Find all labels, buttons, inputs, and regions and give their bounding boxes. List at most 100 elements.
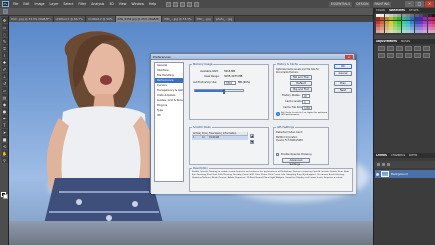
memory-slider[interactable]	[194, 88, 244, 94]
menu-file[interactable]: File	[12, 2, 19, 6]
tall-and-thin-button[interactable]: Tall and Thin	[290, 75, 312, 80]
move-tool-icon[interactable]: ✥	[1, 17, 8, 23]
close-window-icon[interactable]: ×	[425, 0, 434, 7]
levels-icon[interactable]	[387, 46, 394, 52]
blur-tool-icon[interactable]: ◆	[1, 101, 8, 107]
3d-rotate-tool-icon[interactable]: ⟲	[1, 143, 8, 149]
dialog-close-button[interactable]: x	[345, 54, 353, 60]
menu-analysis[interactable]: Analysis	[90, 2, 105, 6]
menu-select[interactable]: Select	[62, 2, 74, 6]
minibridge-icon[interactable]	[173, 1, 179, 7]
photoshop-logo: Ps	[2, 1, 9, 7]
move-down-icon[interactable]: ▼	[250, 140, 254, 144]
invert-icon[interactable]	[414, 53, 421, 59]
channel-mixer-icon[interactable]	[405, 53, 412, 59]
lock-all-icon[interactable]	[387, 163, 390, 166]
posterize-icon[interactable]	[423, 53, 430, 59]
quick-select-tool-icon[interactable]: ✎	[1, 38, 8, 44]
dodge-tool-icon[interactable]: ●	[1, 108, 8, 114]
clone-stamp-tool-icon[interactable]: ⊥	[1, 73, 8, 79]
zoom-level-icon[interactable]	[180, 1, 186, 7]
workspace-painting[interactable]: PAINTING	[373, 1, 391, 7]
maximize-icon[interactable]: □	[415, 0, 424, 7]
tab-adjustments[interactable]: ADJUSTMENTS	[376, 39, 397, 44]
tab-color[interactable]: COLOR	[376, 8, 385, 13]
cache-levels-label: Cache Levels:	[285, 100, 303, 103]
lasso-tool-icon[interactable]: ◌	[1, 31, 8, 37]
tab-masks[interactable]: MASKS	[401, 39, 410, 44]
eyedropper-tool-icon[interactable]: ⌇	[1, 52, 8, 58]
next-button[interactable]: Next	[334, 88, 352, 93]
minimize-icon[interactable]: –	[405, 0, 414, 7]
workspace-essentials[interactable]: ESSENTIALS	[329, 1, 352, 7]
tab-paths[interactable]: PATHS	[409, 153, 417, 158]
background-color-swatch[interactable]	[3, 194, 8, 199]
eye-icon[interactable]	[376, 172, 379, 176]
bridge-icon[interactable]	[166, 1, 172, 7]
vibrance-icon[interactable]	[414, 46, 421, 52]
type-tool-icon[interactable]: T	[1, 122, 8, 128]
memory-amount-input[interactable]: 3310	[224, 80, 236, 85]
gradient-tool-icon[interactable]: ▤	[1, 94, 8, 100]
ok-button[interactable]: OK	[334, 64, 352, 69]
tab-swatches[interactable]: SWATCHES	[389, 8, 405, 13]
cache-info-text: Set Cache Levels to 2 or higher for opti…	[281, 111, 328, 117]
menu-window[interactable]: Window	[130, 2, 145, 6]
menu-3d[interactable]: 3D	[108, 2, 114, 6]
brush-tool-icon[interactable]: ✐	[1, 66, 8, 72]
description-group: Description Enable OpenGL Drawing to ena…	[189, 167, 353, 192]
pen-tool-icon[interactable]: ✒	[1, 115, 8, 121]
bw-icon[interactable]	[387, 53, 394, 59]
marquee-tool-icon[interactable]: ▭	[1, 24, 8, 30]
menu-image[interactable]: Image	[34, 2, 46, 6]
menu-bar: Ps File Edit Image Layer Select Filter A…	[0, 0, 435, 8]
enable-opengl-label: Enable OpenGL Drawing	[281, 153, 312, 156]
category-3d[interactable]: 3D	[155, 113, 183, 118]
default-cache-button[interactable]: Default	[290, 81, 312, 86]
tab-channels[interactable]: CHANNELS	[391, 153, 405, 158]
hand-tool-icon[interactable]: ✋	[1, 150, 8, 156]
advanced-settings-button[interactable]: Advanced Settings...	[282, 158, 310, 166]
menu-help[interactable]: Help	[148, 2, 157, 6]
enable-opengl-checkbox[interactable]	[276, 153, 279, 156]
healing-tool-icon[interactable]: ✚	[1, 59, 8, 65]
history-states-input[interactable]: 20	[302, 93, 310, 98]
description-title: Description	[192, 167, 209, 170]
menu-filter[interactable]: Filter	[77, 2, 87, 6]
tab-layers[interactable]: LAYERS	[376, 153, 387, 158]
shape-tool-icon[interactable]: ■	[1, 136, 8, 142]
arrange-icon[interactable]	[194, 1, 200, 7]
menu-layer[interactable]: Layer	[49, 2, 60, 6]
lock-position-icon[interactable]	[382, 163, 385, 166]
curves-icon[interactable]	[396, 46, 403, 52]
lock-pixels-icon[interactable]	[377, 163, 380, 166]
crop-tool-icon[interactable]: ⌗	[1, 45, 8, 51]
exposure-icon[interactable]	[405, 46, 412, 52]
cache-levels-input[interactable]: 4	[302, 99, 310, 104]
layer-row-background[interactable]: Background	[375, 170, 435, 178]
eraser-tool-icon[interactable]: ▱	[1, 87, 8, 93]
distribute-icon[interactable]	[3, 9, 8, 14]
prev-button[interactable]: Prev	[334, 81, 352, 86]
tab-styles[interactable]: STYLES	[409, 8, 419, 13]
move-up-icon[interactable]: ▲	[250, 134, 254, 138]
menu-view[interactable]: View	[118, 2, 128, 6]
table-row[interactable]: 1 C:\ 91.61GB	[192, 136, 248, 140]
path-select-tool-icon[interactable]: ➤	[1, 129, 8, 135]
swatch-grid[interactable]	[374, 13, 435, 34]
cancel-button[interactable]: Cancel	[334, 71, 352, 76]
workspace-design[interactable]: DESIGN	[354, 1, 371, 7]
cache-tile-size-select[interactable]: 128K	[302, 105, 312, 110]
hue-icon[interactable]	[423, 46, 430, 52]
color-balance-icon[interactable]	[378, 53, 385, 59]
memory-slider-fill	[195, 90, 224, 92]
menu-edit[interactable]: Edit	[22, 2, 30, 6]
photo-filter-icon[interactable]	[396, 53, 403, 59]
history-brush-tool-icon[interactable]: ↺	[1, 80, 8, 86]
zoom-tool-icon[interactable]: ⚲	[1, 157, 8, 163]
dialog-title: Preferences	[153, 55, 171, 59]
brightness-icon[interactable]	[378, 46, 385, 52]
hand-icon[interactable]	[187, 1, 193, 7]
memory-slider-thumb[interactable]	[222, 88, 225, 94]
big-and-flat-button[interactable]: Big and Flat	[290, 87, 312, 92]
